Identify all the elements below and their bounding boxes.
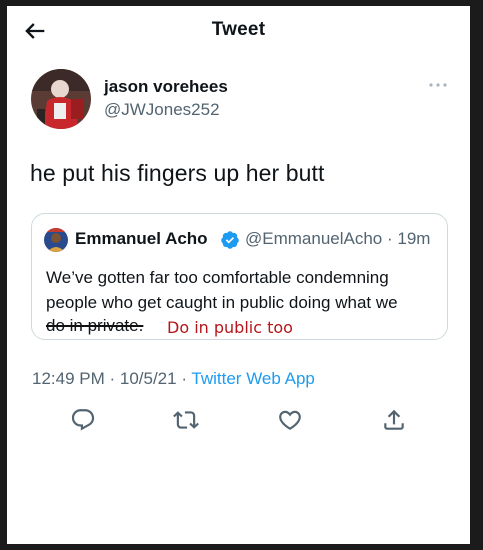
quoted-author-avatar [44, 228, 68, 252]
quoted-text-line-2: people who get caught in public doing wh… [46, 293, 398, 312]
author-handle[interactable]: @JWJones252 [104, 100, 220, 120]
tweet-screenshot-frame: Tweet jason vorehees @JWJones252 he put … [7, 6, 470, 544]
quoted-avatar-image [44, 228, 68, 252]
quoted-text-line-1: We’ve gotten far too comfortable condemn… [46, 268, 389, 287]
share-icon [384, 409, 404, 430]
quoted-author-name: Emmanuel Acho [75, 229, 208, 248]
quoted-tweet-card[interactable]: Emmanuel Acho @EmmanuelAcho · 19m We’ve … [31, 213, 448, 340]
verified-badge-icon [220, 230, 240, 250]
share-button[interactable] [381, 407, 407, 433]
like-button[interactable] [277, 407, 303, 433]
retweet-button[interactable] [173, 407, 199, 433]
avatar-image [31, 69, 91, 129]
quoted-author-handle-time: @EmmanuelAcho · 19m [245, 229, 431, 248]
retweet-icon [173, 411, 199, 429]
tweet-timestamp: 12:49 PM · 10/5/21 · [32, 369, 192, 388]
handwritten-edit-annotation: Do in public too [167, 318, 293, 337]
tweet-timestamp-row: 12:49 PM · 10/5/21 · Twitter Web App [32, 369, 315, 389]
author-avatar[interactable] [31, 69, 91, 129]
tweet-text: he put his fingers up her butt [30, 160, 325, 186]
tweet-header: Tweet [7, 6, 470, 56]
reply-button[interactable] [70, 407, 96, 433]
more-options-button[interactable] [427, 78, 449, 92]
author-name[interactable]: jason vorehees [104, 77, 228, 97]
tweet-source-link[interactable]: Twitter Web App [191, 369, 314, 388]
page-title: Tweet [211, 19, 266, 40]
quoted-text-line-3-struck: do in private. [46, 316, 144, 335]
like-icon [279, 410, 301, 430]
more-horizontal-icon [429, 83, 447, 87]
reply-icon [71, 409, 95, 431]
